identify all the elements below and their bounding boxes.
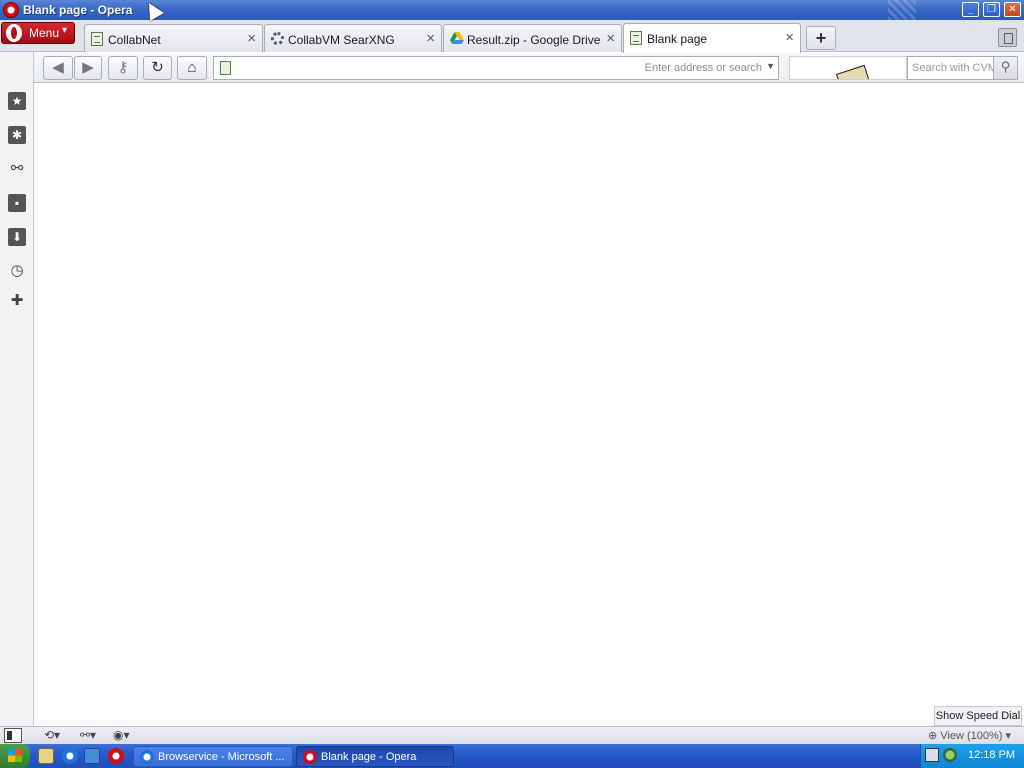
opera-menu-button[interactable]: Menu ▾ — [1, 22, 75, 44]
tab-blank-page[interactable]: Blank page × — [623, 23, 801, 53]
forward-button[interactable]: ▶ — [74, 56, 102, 80]
tab-label: CollabNet — [108, 33, 161, 47]
network-icon[interactable] — [925, 748, 939, 762]
arrow-right-icon: ▶ — [82, 59, 94, 76]
chevron-down-icon: ▾ — [62, 25, 68, 36]
widget-graphic — [835, 64, 871, 79]
tab-bar: Menu ▾ CollabNet × CollabVM SearXNG × Re… — [0, 20, 1024, 53]
arrow-left-icon: ◀ — [52, 59, 64, 76]
internet-explorer-icon[interactable] — [62, 748, 78, 764]
back-button[interactable]: ◀ — [43, 56, 73, 80]
search-field[interactable]: Search with CVM ⚲ — [907, 56, 1018, 80]
task-label: Browservice - Microsoft ... — [158, 751, 285, 763]
settings-icon[interactable]: ✱ — [8, 126, 26, 144]
toolbar-widget[interactable] — [789, 56, 907, 80]
reload-icon: ↻ — [151, 59, 164, 76]
page-icon — [91, 32, 103, 46]
history-icon[interactable]: ◷ — [8, 262, 26, 280]
taskbar: Browservice - Microsoft ... Blank page -… — [0, 744, 1024, 768]
unite-status-icon[interactable]: ⚯▾ — [80, 728, 96, 742]
tab-label: CollabVM SearXNG — [288, 33, 395, 47]
maximize-button[interactable]: ❐ — [983, 2, 1000, 17]
titlebar-decoration — [888, 0, 916, 20]
tab-collabnet[interactable]: CollabNet × — [84, 24, 263, 52]
status-bar: ⟲▾ ⚯▾ ◉▾ ⊕ View (100%) ▾ — [0, 726, 1024, 744]
address-placeholder: Enter address or search — [644, 62, 762, 74]
close-tab-icon[interactable]: × — [785, 29, 794, 46]
page-icon — [220, 61, 231, 75]
show-desktop-icon[interactable] — [38, 748, 54, 764]
zoom-label: View (100%) — [940, 730, 1003, 742]
tab-collabvm-searxng[interactable]: CollabVM SearXNG × — [264, 24, 442, 52]
downloads-icon[interactable]: ⬇ — [8, 228, 26, 246]
close-tab-icon[interactable]: × — [606, 30, 615, 47]
window-title: Blank page - Opera — [23, 3, 133, 17]
show-speed-dial-tooltip: Show Speed Dial — [934, 706, 1022, 726]
home-icon: ⌂ — [187, 59, 197, 76]
start-button[interactable] — [0, 744, 30, 768]
bookmarks-icon[interactable]: ★ — [8, 92, 26, 110]
reload-button[interactable]: ↻ — [143, 56, 172, 80]
navigation-toolbar: ◀ ▶ ⚷ ↻ ⌂ Enter address or search ▼ Sear… — [34, 53, 1024, 83]
chevron-down-icon: ▾ — [1005, 730, 1012, 742]
opera-quicklaunch-icon[interactable] — [108, 748, 124, 764]
panel-sidebar: ★ ✱ ⚯ ▪ ⬇ ◷ ✚ — [0, 52, 34, 726]
minimize-button[interactable]: _ — [962, 2, 979, 17]
address-bar[interactable]: Enter address or search ▼ — [213, 56, 779, 80]
menu-label: Menu — [29, 26, 60, 40]
opera-logo-icon — [303, 750, 317, 764]
password-manager-button[interactable]: ⚷ — [108, 56, 138, 80]
page-icon — [630, 31, 642, 45]
opera-logo-icon — [3, 2, 19, 18]
sync-icon[interactable]: ⟲▾ — [44, 728, 60, 742]
notes-icon[interactable]: ▪ — [8, 194, 26, 212]
volume-icon[interactable] — [943, 748, 957, 762]
opera-o-icon — [6, 24, 22, 42]
address-history-dropdown-icon[interactable]: ▼ — [766, 61, 775, 71]
internet-explorer-icon — [140, 750, 154, 764]
tab-label: Result.zip - Google Drive — [467, 33, 601, 47]
panel-toggle-icon[interactable] — [4, 728, 22, 743]
home-button[interactable]: ⌂ — [177, 56, 207, 80]
email-icon[interactable] — [84, 748, 100, 764]
key-icon: ⚷ — [117, 59, 129, 76]
close-tab-icon[interactable]: × — [426, 30, 435, 47]
new-tab-button[interactable]: + — [806, 26, 836, 50]
tab-google-drive[interactable]: Result.zip - Google Drive × — [443, 24, 622, 52]
system-tray: 12:18 PM — [920, 744, 1024, 768]
zoom-control[interactable]: ⊕ View (100%) ▾ — [928, 729, 1011, 742]
unite-icon[interactable]: ⚯ — [8, 160, 26, 178]
turbo-icon[interactable]: ◉▾ — [113, 728, 130, 742]
zoom-icon: ⊕ — [928, 730, 938, 742]
page-content[interactable] — [35, 84, 1024, 726]
taskbar-item-opera[interactable]: Blank page - Opera — [296, 746, 454, 767]
taskbar-item-browservice[interactable]: Browservice - Microsoft ... — [133, 746, 293, 767]
add-panel-icon[interactable]: ✚ — [8, 292, 26, 310]
close-window-button[interactable]: ✕ — [1004, 2, 1021, 17]
task-label: Blank page - Opera — [321, 751, 417, 763]
closed-tabs-trash-icon[interactable] — [998, 28, 1017, 47]
windows-logo-icon — [8, 749, 22, 762]
search-icon[interactable]: ⚲ — [993, 57, 1017, 79]
clock[interactable]: 12:18 PM — [968, 749, 1015, 761]
search-placeholder: Search with CVM — [912, 62, 997, 74]
google-drive-icon — [450, 32, 464, 44]
tab-label: Blank page — [647, 32, 708, 46]
searxng-gear-icon — [271, 32, 284, 45]
close-tab-icon[interactable]: × — [247, 30, 256, 47]
